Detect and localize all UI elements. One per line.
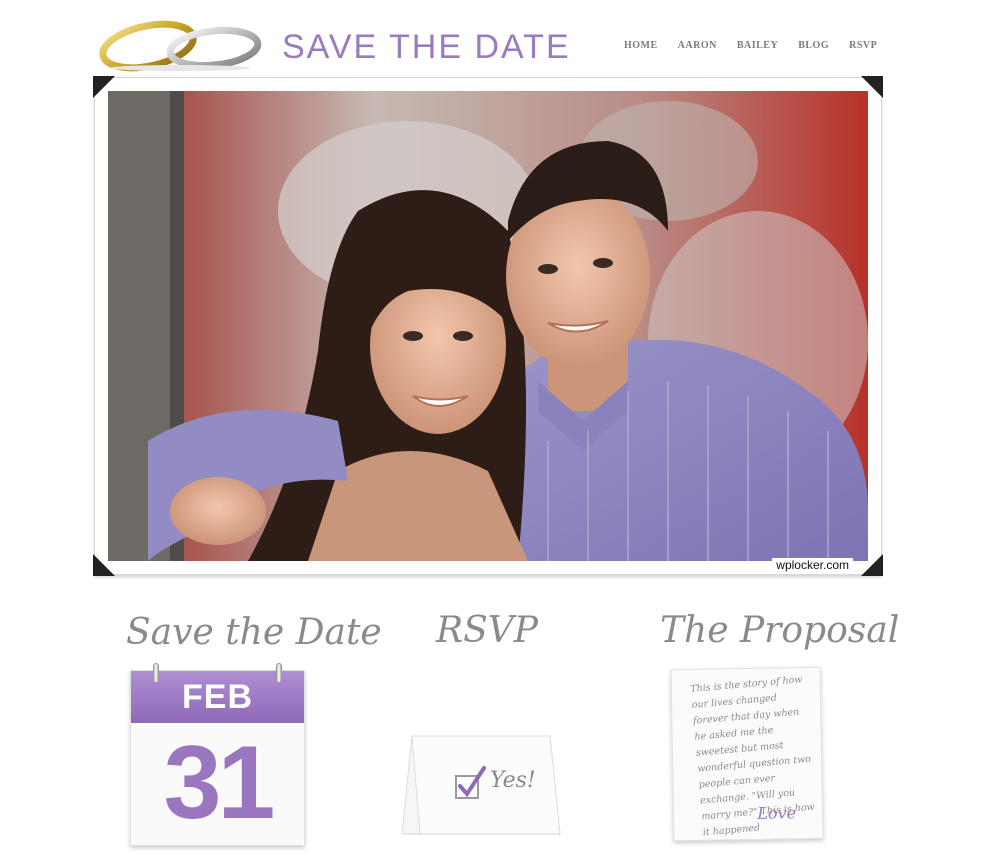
calendar-ring-icon: [276, 663, 282, 683]
couple-photo: [108, 91, 868, 561]
wedding-rings-icon: [96, 18, 264, 74]
calendar-day: 31: [163, 725, 276, 841]
nav-rsvp[interactable]: RSVP: [849, 40, 877, 51]
rsvp-heading: RSVP: [436, 610, 538, 651]
main-nav: HOME AARON BAILEY BLOG RSVP: [624, 40, 877, 51]
proposal-note[interactable]: This is the story of how our lives chang…: [670, 666, 824, 842]
save-the-date-heading: Save the Date: [126, 612, 382, 653]
rsvp-answer: Yes!: [490, 768, 536, 793]
calendar-ring-icon: [153, 663, 159, 683]
nav-bailey[interactable]: BAILEY: [737, 40, 778, 51]
calendar-widget: FEB 31: [130, 663, 305, 846]
watermark-text: wplocker.com: [772, 558, 853, 572]
rsvp-card[interactable]: [400, 734, 562, 838]
nav-blog[interactable]: BLOG: [798, 40, 829, 51]
nav-home[interactable]: HOME: [624, 40, 658, 51]
proposal-heading: The Proposal: [660, 610, 900, 651]
nav-aaron[interactable]: AARON: [678, 40, 717, 51]
hero-photo-frame: wplocker.com: [93, 76, 883, 576]
site-title: SAVE THE DATE: [282, 28, 571, 66]
proposal-signoff: Love: [757, 803, 797, 823]
